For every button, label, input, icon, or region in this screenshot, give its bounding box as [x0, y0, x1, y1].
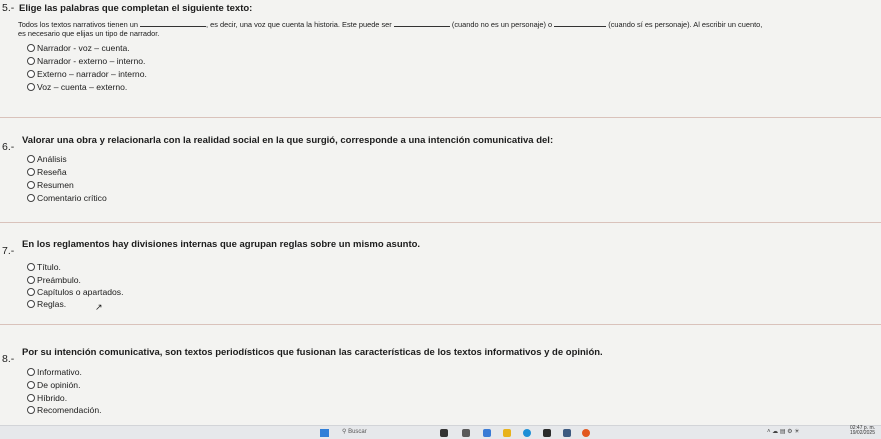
question-7-option-3[interactable]: Capítulos o apartados.: [27, 287, 123, 297]
question-8-option-1[interactable]: Informativo.: [27, 367, 82, 377]
option-label: Narrador - voz – cuenta.: [37, 43, 130, 53]
radio-icon[interactable]: [27, 300, 35, 308]
option-label: Reglas.: [37, 299, 67, 309]
separator: [0, 222, 881, 223]
edge-icon[interactable]: [523, 429, 531, 437]
search-label: Buscar: [348, 429, 367, 435]
separator: [0, 117, 881, 118]
option-label: Análisis: [37, 154, 67, 164]
question-5-text-b: , es decir, una voz que cuenta la histor…: [206, 20, 392, 29]
start-button-icon[interactable]: [320, 429, 329, 437]
question-5-text: Todos los textos narrativos tienen un , …: [18, 20, 762, 29]
option-label: Narrador - externo – interno.: [37, 56, 146, 66]
question-5-option-4[interactable]: Voz – cuenta – externo.: [27, 82, 127, 92]
radio-icon[interactable]: [27, 168, 35, 176]
question-6-option-2[interactable]: Reseña: [27, 167, 67, 177]
blank-2[interactable]: [393, 20, 450, 27]
tray-icons[interactable]: ˄ ☁ ▤ ⚙ ☀: [767, 428, 800, 436]
firefox-icon[interactable]: [582, 429, 590, 437]
app-icon[interactable]: [483, 429, 491, 437]
question-5-option-2[interactable]: Narrador - externo – interno.: [27, 56, 145, 66]
question-5-text-d: (cuando sí es personaje). Al escribir un…: [608, 20, 763, 29]
question-7-option-4[interactable]: Reglas.: [27, 299, 66, 309]
taskbar-search[interactable]: ⚲ Buscar: [342, 428, 367, 435]
question-8-number: 8.-: [2, 353, 15, 365]
separator: [0, 324, 881, 325]
question-6-option-4[interactable]: Comentario crítico: [27, 193, 107, 203]
radio-icon[interactable]: [27, 288, 35, 296]
option-label: Resumen: [37, 180, 74, 190]
taskbar: ⚲ Buscar ˄ ☁ ▤ ⚙ ☀ 02:47 p. m. 19/02/202…: [0, 425, 881, 439]
option-label: Preámbulo.: [37, 275, 81, 285]
question-8-title: Por su intención comunicativa, son texto…: [22, 347, 603, 358]
radio-icon[interactable]: [27, 181, 35, 189]
folder-icon[interactable]: [503, 429, 511, 437]
blank-3[interactable]: [554, 20, 607, 27]
app-icon[interactable]: [543, 429, 551, 437]
question-7-title: En los reglamentos hay divisiones intern…: [22, 239, 421, 250]
app-icon[interactable]: [462, 429, 470, 437]
radio-icon[interactable]: [27, 276, 35, 284]
radio-icon[interactable]: [27, 381, 35, 389]
radio-icon[interactable]: [27, 406, 35, 414]
radio-icon[interactable]: [27, 394, 35, 402]
radio-icon[interactable]: [27, 70, 35, 78]
question-8-option-3[interactable]: Híbrido.: [27, 393, 67, 403]
radio-icon[interactable]: [27, 155, 35, 163]
option-label: Híbrido.: [37, 393, 68, 403]
option-label: De opinión.: [37, 380, 81, 390]
blank-1[interactable]: [140, 20, 207, 27]
option-label: Externo – narrador – interno.: [37, 69, 147, 79]
question-7-option-2[interactable]: Preámbulo.: [27, 275, 81, 285]
option-label: Informativo.: [37, 367, 82, 377]
question-6-option-3[interactable]: Resumen: [27, 180, 74, 190]
question-7-number: 7.-: [2, 245, 15, 257]
clock[interactable]: 02:47 p. m. 19/02/2025: [850, 426, 875, 436]
option-label: Voz – cuenta – externo.: [37, 82, 128, 92]
mouse-pointer-icon: ↗: [95, 302, 103, 312]
radio-icon[interactable]: [27, 263, 35, 271]
question-5-option-3[interactable]: Externo – narrador – interno.: [27, 69, 147, 79]
option-label: Recomendación.: [37, 405, 102, 415]
question-8-option-2[interactable]: De opinión.: [27, 380, 80, 390]
question-5-title: Elige las palabras que completan el sigu…: [19, 3, 253, 14]
question-5-number: 5.-: [2, 2, 15, 14]
app-icon[interactable]: [563, 429, 571, 437]
question-6-title: Valorar una obra y relacionarla con la r…: [22, 135, 554, 146]
radio-icon[interactable]: [27, 368, 35, 376]
question-6-option-1[interactable]: Análisis: [27, 154, 67, 164]
option-label: Capítulos o apartados.: [37, 287, 124, 297]
radio-icon[interactable]: [27, 194, 35, 202]
search-icon: ⚲: [342, 429, 347, 435]
radio-icon[interactable]: [27, 44, 35, 52]
radio-icon[interactable]: [27, 57, 35, 65]
option-label: Título.: [37, 262, 61, 272]
question-6-number: 6.-: [2, 141, 15, 153]
option-label: Reseña: [37, 167, 67, 177]
question-8-option-4[interactable]: Recomendación.: [27, 405, 102, 415]
question-5-text-c: (cuando no es un personaje) o: [451, 20, 553, 29]
question-5-option-1[interactable]: Narrador - voz – cuenta.: [27, 43, 130, 53]
app-icon[interactable]: [440, 429, 448, 437]
radio-icon[interactable]: [27, 83, 35, 91]
clock-date: 19/02/2025: [849, 430, 875, 436]
question-7-option-1[interactable]: Título.: [27, 262, 61, 272]
option-label: Comentario crítico: [37, 193, 107, 203]
question-5-text-e: es necesario que elijas un tipo de narra…: [18, 29, 160, 38]
question-5-text-a: Todos los textos narrativos tienen un: [18, 20, 138, 29]
